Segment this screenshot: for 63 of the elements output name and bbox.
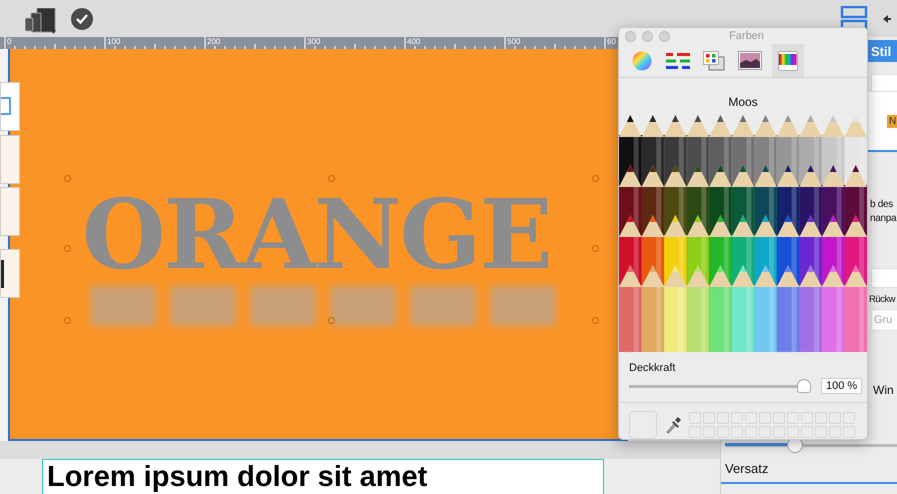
selection-handle[interactable]	[64, 175, 71, 182]
pencils-icon	[778, 50, 798, 70]
swatch-slot[interactable]	[773, 426, 785, 438]
swatch-slot[interactable]	[787, 426, 799, 438]
description-text: b des	[870, 198, 893, 212]
page-mark	[1, 260, 4, 288]
swatch-slot[interactable]	[815, 426, 827, 438]
swatch-slot[interactable]	[759, 426, 771, 438]
swatch-slot[interactable]	[731, 426, 743, 438]
ruler-label: 400	[407, 37, 420, 47]
selection-handle[interactable]	[328, 175, 335, 182]
window-button[interactable]	[659, 30, 670, 42]
window-title: Farben	[728, 30, 765, 42]
eyedropper-icon[interactable]	[665, 416, 681, 434]
ruler-label: 0	[7, 37, 12, 47]
color-wheel-icon	[632, 50, 652, 70]
text-frame[interactable]: Lorem ipsum dolor sit amet	[42, 459, 604, 494]
swatch-slot[interactable]	[703, 426, 715, 438]
ruler-label: 300	[307, 37, 320, 47]
opacity-field[interactable]: 100 %	[821, 378, 862, 394]
ruler-label: 200	[207, 37, 220, 47]
color-well[interactable]	[629, 411, 657, 439]
swatch-slot[interactable]	[689, 426, 701, 438]
selection-handle[interactable]	[592, 175, 599, 182]
landscape-image-icon	[738, 51, 762, 70]
field-label: Versatz	[725, 461, 768, 476]
selection-handle[interactable]	[64, 317, 71, 324]
devices-icon[interactable]	[25, 8, 57, 34]
swatch-slot[interactable]	[843, 426, 855, 438]
selection-handle[interactable]	[64, 245, 71, 252]
heading-text: Lorem ipsum dolor sit amet	[47, 461, 428, 493]
slider-thumb[interactable]	[797, 379, 811, 393]
checkmark-icon[interactable]	[71, 8, 93, 30]
page-thumbnail[interactable]	[0, 82, 20, 131]
ruler-label: 60	[607, 37, 616, 47]
page-thumbnail[interactable]	[0, 187, 20, 236]
window-button[interactable]	[642, 30, 653, 42]
window-button[interactable]	[625, 30, 636, 42]
colored-pencils-drawing[interactable]	[619, 115, 867, 352]
opacity-label: Deckkraft	[629, 362, 676, 374]
swatch-slot[interactable]	[829, 426, 841, 438]
sliders-icon	[666, 52, 690, 70]
ruler-label: 100	[107, 37, 120, 47]
page-icon	[1, 97, 11, 115]
swatch-slot[interactable]	[717, 426, 729, 438]
headline-text: ORANGE	[82, 187, 551, 283]
ruler-label: 500	[507, 37, 520, 47]
palette-icon	[703, 50, 725, 70]
field-label: Win	[873, 383, 894, 397]
arrow-icon[interactable]	[883, 14, 891, 24]
page-thumbnail[interactable]	[0, 135, 20, 184]
selection-handle[interactable]	[592, 317, 599, 324]
description-text: nanpa	[870, 212, 896, 226]
swatch-slot[interactable]	[745, 426, 757, 438]
selection-handle[interactable]	[328, 317, 335, 324]
selection-handle[interactable]	[592, 245, 599, 252]
field-label: Rückw	[869, 294, 896, 305]
segmented-control[interactable]	[871, 268, 897, 288]
mode-tab[interactable]	[772, 44, 804, 77]
page-thumbnail[interactable]	[0, 249, 20, 298]
color-name: Moos	[727, 95, 759, 110]
tag: N	[887, 114, 897, 128]
swatch-slot[interactable]	[801, 426, 813, 438]
